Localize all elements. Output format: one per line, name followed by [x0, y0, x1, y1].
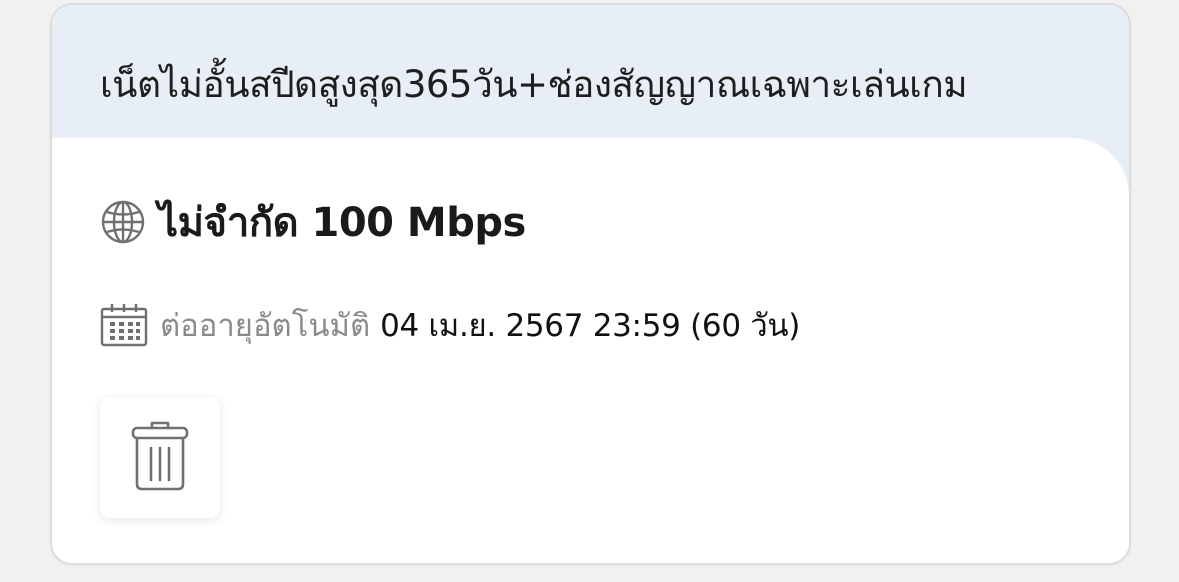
renew-row: ต่ออายุอัตโนมัติ 04 เม.ย. 2567 23:59 (60… — [100, 300, 800, 350]
delete-button[interactable] — [100, 398, 220, 518]
package-title: เน็ตไม่อั้นสปีดสูงสุด365วัน+ช่องสัญญาณเฉ… — [100, 63, 968, 106]
package-card: เน็ตไม่อั้นสปีดสูงสุด365วัน+ช่องสัญญาณเฉ… — [50, 3, 1131, 565]
package-details: ไม่จำกัด 100 Mbps ต่ออายุอัตโนมัติ 04 เม… — [52, 138, 1129, 563]
trash-icon — [131, 420, 189, 496]
speed-row: ไม่จำกัด 100 Mbps — [100, 190, 526, 254]
renew-label: ต่ออายุอัตโนมัติ — [160, 308, 371, 344]
renew-date: 04 เม.ย. 2567 23:59 (60 วัน) — [380, 308, 801, 344]
globe-icon — [100, 199, 146, 245]
calendar-icon — [100, 303, 148, 347]
speed-text: ไม่จำกัด 100 Mbps — [158, 200, 526, 246]
